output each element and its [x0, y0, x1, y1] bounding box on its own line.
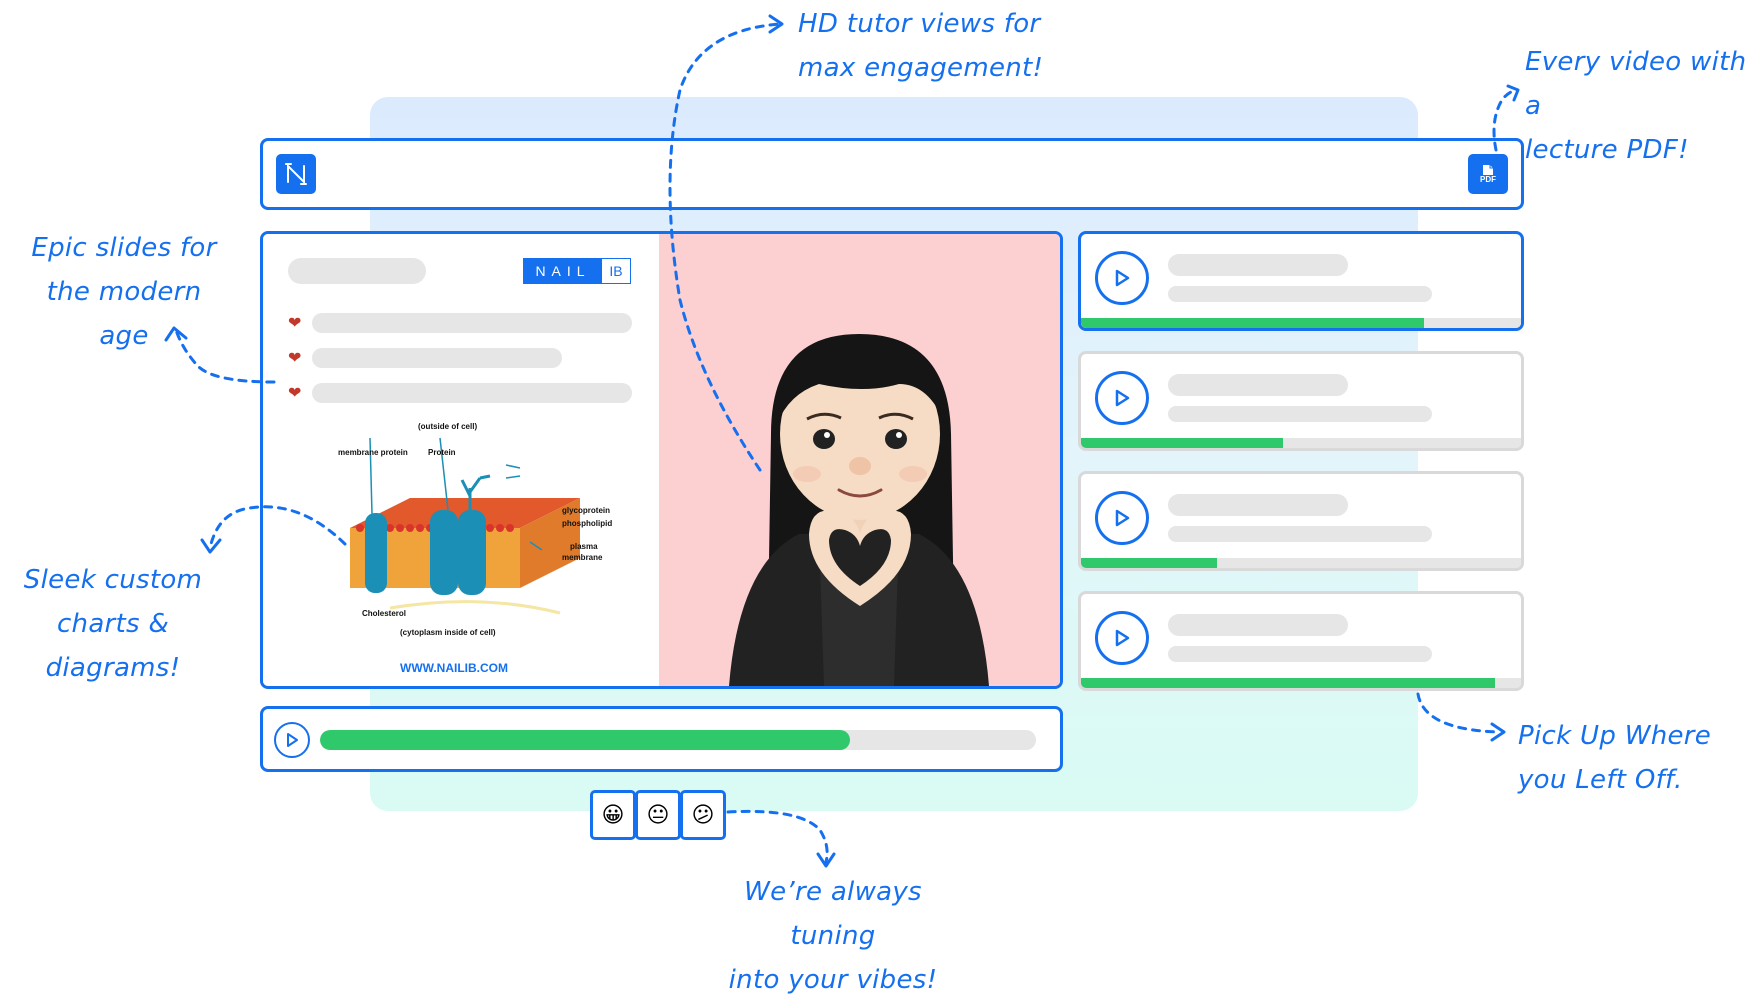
diagram-label: Cholesterol	[362, 609, 407, 618]
playlist-progress-fill	[1081, 558, 1218, 568]
diagram-label: (outside of cell)	[418, 422, 478, 431]
playlist-title-placeholder	[1168, 494, 1348, 516]
play-icon	[1115, 509, 1130, 527]
playlist-title-placeholder	[1168, 614, 1348, 636]
play-button[interactable]	[1095, 611, 1149, 665]
video-progress-track[interactable]	[320, 730, 1036, 750]
playlist-progress-fill	[1081, 678, 1495, 688]
diagram-label: glycoprotein	[562, 506, 611, 515]
website-link[interactable]: WWW.NAILIB.COM	[400, 661, 508, 675]
feedback-confused-button[interactable]: 😕	[680, 790, 726, 840]
diagram-label: membrane	[562, 553, 603, 562]
diagram-label: (cytoplasm inside of cell)	[400, 628, 496, 637]
annotation-vibes: We’re always tuning into your vibes!	[728, 877, 938, 995]
playlist-progress-track	[1081, 318, 1521, 328]
diagram-label: Protein	[428, 448, 456, 457]
slide-bullet-placeholder	[312, 383, 632, 403]
play-icon	[287, 733, 298, 747]
diagram-label: phospholipid	[562, 519, 613, 528]
playlist-item[interactable]	[1078, 351, 1524, 451]
playlist-subtitle-placeholder	[1168, 526, 1432, 542]
play-button[interactable]	[274, 722, 310, 758]
playlist-item[interactable]	[1078, 471, 1524, 571]
heart-bullet-icon: ❤	[288, 348, 302, 367]
play-button[interactable]	[1095, 491, 1149, 545]
playlist-item[interactable]	[1078, 231, 1524, 331]
top-toolbar	[260, 138, 1524, 210]
annotation-pdf: Every video with a lecture PDF!	[1525, 47, 1747, 165]
video-progress-fill	[320, 730, 850, 750]
playlist-title-placeholder	[1168, 374, 1348, 396]
nailib-logo: NAIL IB	[523, 258, 631, 284]
playlist-subtitle-placeholder	[1168, 646, 1432, 662]
playlist-title-placeholder	[1168, 254, 1348, 276]
heart-bullet-icon: ❤	[288, 313, 302, 332]
annotation-tutor: HD tutor views for max engagement!	[798, 9, 1044, 83]
pdf-label: PDF	[1480, 175, 1496, 184]
play-icon	[1115, 389, 1130, 407]
slide-bullet-placeholder	[312, 313, 632, 333]
playlist-progress-track	[1081, 678, 1521, 688]
diagram-label: plasma	[570, 542, 598, 551]
feedback-neutral-button[interactable]: 😐	[635, 790, 681, 840]
tutor-view	[659, 234, 1060, 686]
annotation-resume: Pick Up Where you Left Off.	[1518, 721, 1712, 795]
slide-title-placeholder	[288, 258, 426, 284]
pdf-download-button[interactable]: PDF	[1468, 154, 1508, 194]
slide-bullet-placeholder	[312, 348, 562, 368]
playlist-progress-fill	[1081, 438, 1284, 448]
feedback-happy-button[interactable]: 😀	[590, 790, 636, 840]
playlist-progress-track	[1081, 438, 1521, 448]
play-button[interactable]	[1095, 371, 1149, 425]
tutor-avatar	[729, 334, 989, 686]
playlist-progress-fill	[1081, 318, 1425, 328]
play-button[interactable]	[1095, 251, 1149, 305]
cell-membrane-diagram: (outside of cell) membrane protein Prote…	[330, 418, 630, 646]
diagram-label: membrane protein	[338, 448, 408, 457]
app-logo-icon[interactable]	[276, 154, 316, 194]
playlist-progress-track	[1081, 558, 1521, 568]
playlist-item[interactable]	[1078, 591, 1524, 691]
play-icon	[1115, 629, 1130, 647]
play-icon	[1115, 269, 1130, 287]
playlist-subtitle-placeholder	[1168, 286, 1432, 302]
playlist-subtitle-placeholder	[1168, 406, 1432, 422]
heart-bullet-icon: ❤	[288, 383, 302, 402]
annotation-charts: Sleek custom charts & diagrams!	[23, 565, 203, 683]
annotation-slides: Epic slides for the modern age	[31, 233, 217, 351]
